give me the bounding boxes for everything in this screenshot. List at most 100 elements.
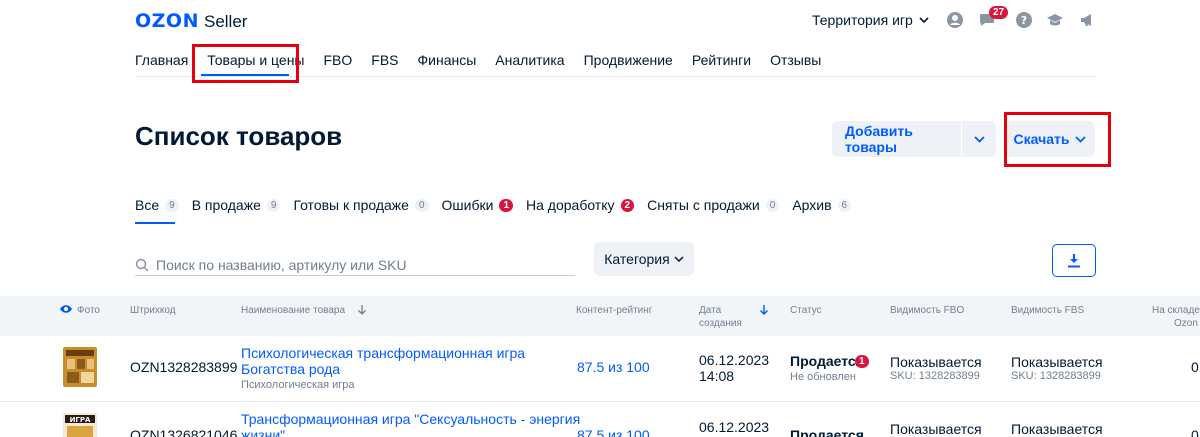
visibility-fbs: Показывается [1011,421,1103,437]
notifications-badge: 27 [989,6,1009,19]
tab-label: Архив [792,197,832,213]
header-visibility-fbo: Видимость FBO [890,305,965,316]
product-name-line2[interactable]: Богатства рода [241,361,340,378]
product-category: Психологическая игра [241,379,355,391]
barcode: OZN1326821046 [130,427,238,437]
tab-label: На доработку [526,197,615,213]
status-sub: Не обновлен [790,371,856,383]
highlight-box-products-tab [192,44,299,83]
territory-selector[interactable]: Территория игр [812,12,929,28]
visibility-fbo: Показывается [890,354,982,370]
tab-count: 6 [837,198,852,212]
chevron-down-icon [919,17,929,23]
tab-count: 2 [620,198,635,212]
add-products-menu-toggle[interactable] [962,135,996,143]
education-icon[interactable] [1046,11,1064,29]
svg-text:ИГРА: ИГРА [70,416,91,424]
status-tabs: Все 9 В продаже 9 Готовы к продаже 0 Ошибки… [135,197,864,213]
header-warehouse-line1: На складе [1152,305,1200,316]
add-products-label: Добавить товары [845,123,913,155]
row-divider [0,401,1200,402]
product-name-line2[interactable]: жизни" [241,427,285,437]
tab-label: Сняты с продажи [647,197,760,213]
highlight-box-download [1004,112,1111,167]
ozon-seller-logo[interactable]: OZON Seller [135,10,247,32]
header-warehouse-line2: Ozon [1174,318,1198,329]
help-icon[interactable]: ? [1015,11,1033,29]
nav-item-promotion[interactable]: Продвижение [584,52,673,68]
category-label: Категория [604,251,670,267]
user-icon[interactable] [946,11,964,29]
sort-arrow-active-icon[interactable] [759,304,769,316]
logo-product: Seller [203,12,248,31]
tab-rework[interactable]: На доработку 2 [526,197,635,213]
nav-item-analytics[interactable]: Аналитика [495,52,564,68]
tab-label: Все [135,197,160,213]
tab-count: 0 [765,198,780,212]
page-title: Список товаров [135,121,343,151]
tab-count: 1 [499,198,513,212]
nav-item-main[interactable]: Главная [135,52,188,68]
product-photo[interactable] [63,347,97,387]
search-icon [135,258,149,272]
eye-icon[interactable] [59,304,73,314]
tab-ready[interactable]: Готовы к продаже 0 [293,197,429,213]
chevron-down-icon [674,256,684,262]
created-date: 06.12.2023 [699,352,770,368]
search-placeholder: Поиск по названию, артикулу или SKU [156,256,407,273]
tab-archive[interactable]: Архив 6 [792,197,852,213]
category-filter[interactable]: Категория [594,242,694,276]
nav-item-finance[interactable]: Финансы [418,52,477,68]
search-input[interactable]: Поиск по названию, артикулу или SKU [135,254,575,276]
stock-count: 0 [1191,427,1199,437]
add-products-button[interactable]: Добавить товары [832,121,996,157]
tab-label: Готовы к продаже [293,197,409,213]
logo-brand: OZON [135,10,199,32]
header-status: Статус [790,305,822,316]
tab-label: Ошибки [441,197,494,213]
nav-item-ratings[interactable]: Рейтинги [692,52,751,68]
created-time: 14:08 [699,368,735,384]
territory-label: Территория игр [812,12,913,28]
barcode: OZN1328283899 [130,359,238,375]
content-rating[interactable]: 87.5 из 100 [577,359,650,376]
product-name-line1[interactable]: Психологическая трансформационная игра [241,345,525,362]
chevron-down-icon [973,135,985,143]
status-issue-count[interactable]: 1 [855,355,869,368]
tab-count: 9 [266,198,281,212]
svg-text:?: ? [1021,14,1027,27]
tab-removed[interactable]: Сняты с продажи 0 [647,197,780,213]
created-date: 06.12.2023 [699,419,770,435]
header-name[interactable]: Наименование товара [241,304,345,317]
tab-all[interactable]: Все 9 [135,197,179,213]
content-rating[interactable]: 87.5 из 100 [577,427,650,437]
megaphone-icon[interactable] [1078,11,1096,29]
sort-arrow-icon[interactable] [357,304,367,316]
header-created-line2[interactable]: создания [699,317,742,330]
tab-count: 9 [165,198,179,212]
nav-item-reviews[interactable]: Отзывы [770,52,821,68]
tab-count: 0 [414,198,429,212]
product-name-line1[interactable]: Трансформационная игра "Сексуальность - … [241,411,580,428]
header-created-line1[interactable]: Дата [699,304,721,317]
header-photo: Фото [77,305,100,316]
tab-label: В продаже [191,197,261,213]
tab-active-indicator [135,222,175,224]
export-button[interactable] [1052,244,1096,277]
tab-on-sale[interactable]: В продаже 9 [192,197,281,213]
tab-errors[interactable]: Ошибки 1 [442,197,513,213]
visibility-fbs: Показывается [1011,354,1103,370]
header-barcode[interactable]: Штрихкод [130,304,176,317]
product-photo[interactable]: ИГРА [63,413,97,437]
nav-item-fbs[interactable]: FBS [371,52,398,68]
status-label: Продается [790,427,864,437]
stock-count: 0 [1191,359,1199,375]
header-visibility-fbs: Видимость FBS [1011,305,1085,316]
header-content-rating[interactable]: Контент-рейтинг [576,304,652,317]
visibility-fbs-sku: SKU: 1328283899 [1011,370,1101,382]
nav-item-fbo[interactable]: FBO [324,52,353,68]
visibility-fbo-sku: SKU: 1328283899 [890,370,980,382]
visibility-fbo: Показывается [890,421,982,437]
download-icon [1068,254,1080,268]
product-image-icon [63,347,97,387]
